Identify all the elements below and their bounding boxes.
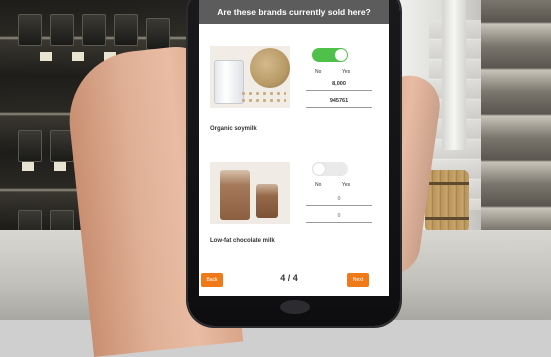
product-2-field-2[interactable]: 0 <box>306 210 372 223</box>
survey-footer: Back 4 / 4 Next <box>199 272 389 292</box>
product-photo-chocolate-milk <box>210 162 290 224</box>
wooden-barrel <box>425 170 469 232</box>
soybean-bowl <box>250 48 290 88</box>
next-button[interactable]: Next <box>347 273 369 287</box>
question-text: Are these brands currently sold here? <box>217 7 371 17</box>
bin-tag <box>72 52 84 61</box>
bulk-bin <box>82 14 106 46</box>
toggle-knob <box>335 49 347 61</box>
soybeans <box>240 90 286 104</box>
toggle-yes-label: Yes <box>342 182 351 188</box>
toggle-no-label: No <box>315 69 322 75</box>
toggle-no-label: No <box>315 182 322 188</box>
phone-home-button-icon[interactable] <box>280 300 310 314</box>
store-pillar <box>442 0 466 150</box>
chocolate-milk-glass-small <box>256 184 278 218</box>
page-indicator: 4 / 4 <box>280 273 298 283</box>
product-1-field-1[interactable]: 8,000 <box>306 78 372 91</box>
product-1-toggle[interactable] <box>312 48 348 62</box>
back-button[interactable]: Back <box>201 273 223 287</box>
app-screen: Are these brands currently sold here? No… <box>199 0 389 296</box>
product-2-name: Low-fat chocolate milk <box>210 238 275 244</box>
product-2-toggle[interactable] <box>312 162 348 176</box>
bulk-bin <box>50 14 74 46</box>
chocolate-milk-glass <box>220 170 250 220</box>
bulk-bin <box>18 130 42 162</box>
bulk-bin <box>114 14 138 46</box>
product-photo-soymilk <box>210 46 290 108</box>
product-1-field-2[interactable]: 945761 <box>306 95 372 108</box>
bulk-bin <box>18 14 42 46</box>
bin-tag <box>22 162 34 171</box>
bulk-bin <box>146 18 170 50</box>
bin-tag <box>54 162 66 171</box>
product-2-field-1[interactable]: 0 <box>306 193 372 206</box>
question-header: Are these brands currently sold here? <box>199 0 389 24</box>
bin-tag <box>40 52 52 61</box>
toggle-yes-label: Yes <box>342 69 351 75</box>
product-1-name: Organic soymilk <box>210 126 257 132</box>
toggle-knob <box>313 163 325 175</box>
